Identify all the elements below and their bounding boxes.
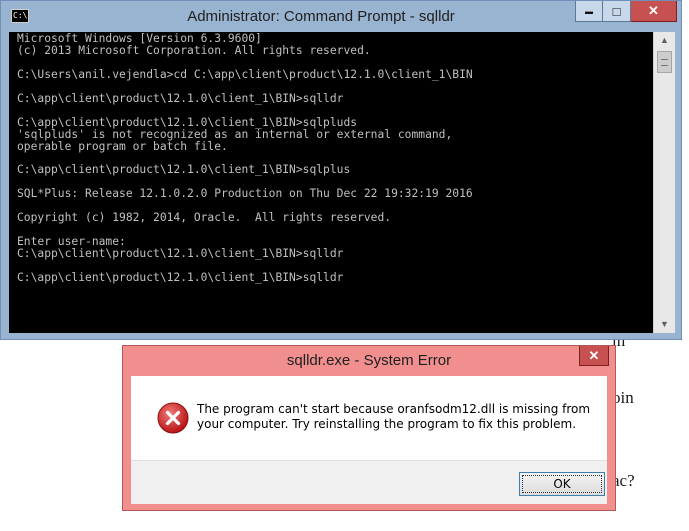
title-bar[interactable]: C:\ Administrator: Command Prompt - sqll… xyxy=(1,1,681,32)
console-text: Microsoft Windows [Version 6.3.9600] (c)… xyxy=(17,32,473,285)
minimize-button[interactable]: ▬ xyxy=(575,1,603,22)
system-error-dialog[interactable]: sqlldr.exe - System Error ✕ The program … xyxy=(122,345,616,511)
command-prompt-window[interactable]: C:\ Administrator: Command Prompt - sqll… xyxy=(0,0,682,340)
scroll-up-arrow-icon[interactable]: ▲ xyxy=(654,32,675,49)
dialog-message-area: The program can't start because oranfsod… xyxy=(131,376,607,460)
maximize-button[interactable]: □ xyxy=(603,1,631,22)
close-icon: ✕ xyxy=(588,347,600,363)
window-controls: ▬ □ ✕ xyxy=(575,1,677,22)
error-icon xyxy=(157,402,189,434)
maximize-icon: □ xyxy=(612,3,621,19)
close-icon: ✕ xyxy=(648,3,659,18)
minimize-icon: ▬ xyxy=(585,6,593,16)
close-button[interactable]: ✕ xyxy=(631,1,677,22)
dialog-title: sqlldr.exe - System Error xyxy=(286,352,452,369)
scroll-down-arrow-icon[interactable]: ▼ xyxy=(654,316,675,333)
error-message: The program can't start because oranfsod… xyxy=(197,402,591,431)
dialog-close-button[interactable]: ✕ xyxy=(579,346,609,366)
vertical-scrollbar[interactable]: ▲ ▼ xyxy=(653,32,675,333)
console-output[interactable]: Microsoft Windows [Version 6.3.9600] (c)… xyxy=(9,32,653,333)
ok-button[interactable]: OK xyxy=(519,472,605,496)
scrollbar-thumb[interactable] xyxy=(657,51,672,73)
